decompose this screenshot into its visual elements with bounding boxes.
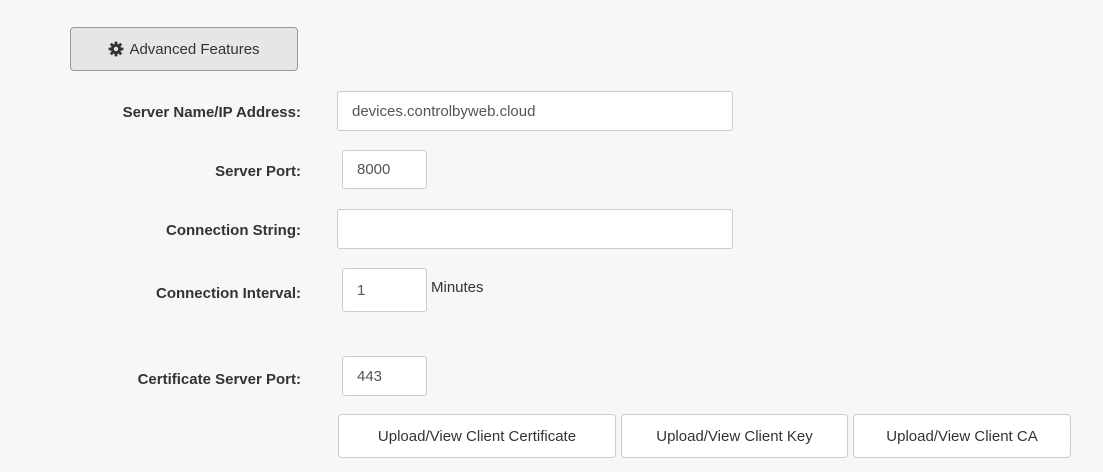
advanced-features-button[interactable]: Advanced Features — [70, 27, 298, 71]
connection-interval-label: Connection Interval: — [155, 285, 301, 302]
connection-interval-unit: Minutes — [431, 279, 484, 296]
advanced-settings-panel: Advanced Features Server Name/IP Address… — [0, 0, 1103, 472]
advanced-features-label: Advanced Features — [129, 40, 260, 58]
connection-interval-input[interactable]: 1 — [342, 268, 427, 312]
certificate-server-port-label: Certificate Server Port: — [137, 371, 301, 388]
upload-client-key-button[interactable]: Upload/View Client Key — [621, 414, 848, 458]
server-name-input[interactable]: devices.controlbyweb.cloud — [337, 91, 733, 131]
gear-icon — [108, 41, 124, 57]
server-port-input[interactable]: 8000 — [342, 150, 427, 189]
server-name-label: Server Name/IP Address: — [122, 104, 301, 121]
connection-string-input[interactable] — [337, 209, 733, 249]
server-port-label: Server Port: — [215, 163, 301, 180]
connection-string-label: Connection String: — [166, 222, 301, 239]
certificate-server-port-input[interactable]: 443 — [342, 356, 427, 396]
upload-client-certificate-button[interactable]: Upload/View Client Certificate — [338, 414, 616, 458]
upload-client-ca-button[interactable]: Upload/View Client CA — [853, 414, 1071, 458]
